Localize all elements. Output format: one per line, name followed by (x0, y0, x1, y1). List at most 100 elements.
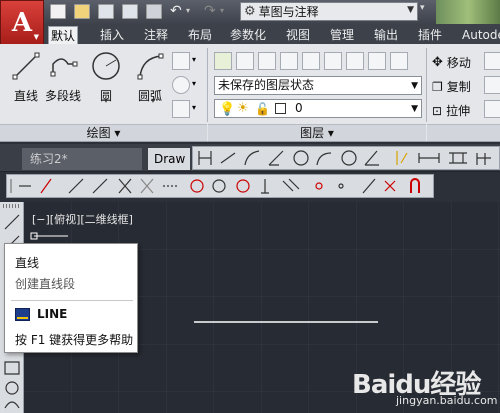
arc-label: 圆弧 (137, 89, 162, 103)
object-snap-toolbar (6, 174, 434, 198)
linear-dim-icon (198, 151, 212, 165)
toolbar-grip[interactable] (3, 204, 21, 208)
copy-button[interactable]: ❐ 复制 (432, 78, 471, 95)
tab-manage[interactable]: 管理 (328, 26, 356, 44)
tooltip-command: LINE (37, 307, 68, 321)
scale-icon[interactable] (484, 100, 500, 118)
layer-freeze-icon[interactable] (280, 52, 298, 70)
insert-snap-icon (338, 183, 344, 189)
radius-dim-icon (293, 150, 309, 166)
chevron-down-icon[interactable]: ▾ (192, 55, 196, 64)
stretch-icon: ⊡ (432, 103, 443, 118)
panel-divider (207, 48, 208, 122)
tab-insert[interactable]: 插入 (98, 26, 126, 44)
circle-dropdown-icon[interactable]: ▾ (104, 96, 108, 105)
osnap-settings-icon (410, 178, 420, 193)
layer-walk-icon[interactable] (368, 52, 386, 70)
object-snap-icons (10, 178, 420, 194)
arc-length-dim-icon (244, 150, 260, 166)
chevron-down-icon[interactable]: ▾ (192, 103, 196, 112)
tab-output[interactable]: 输出 (372, 26, 400, 44)
workspace-label: 草图与注释 (258, 5, 319, 19)
tab-home[interactable]: 默认 (48, 26, 79, 44)
diameter-dim-icon (341, 150, 357, 166)
viewport-controls[interactable]: [−][俯视][二维线框] (32, 211, 133, 227)
undo-icon[interactable]: ↶ (170, 3, 182, 19)
layer-state-value: 未保存的图层状态 (218, 78, 315, 92)
polyline-label: 多段线 (44, 89, 81, 103)
mirror-icon[interactable] (484, 76, 500, 94)
workspace-dropdown[interactable]: ⚙ 草图与注释 ▼ (240, 2, 418, 21)
save-icon[interactable] (98, 4, 114, 19)
angular-dim-icon (364, 150, 379, 166)
doc-tab-drawing[interactable]: Draw (148, 148, 190, 170)
polyline-button[interactable]: 多段线 (42, 48, 84, 106)
lock-icon: 🔓 (255, 102, 270, 116)
rectangle-icon[interactable] (172, 52, 190, 70)
hatch-icon[interactable] (172, 100, 190, 118)
circle-icon (92, 52, 120, 80)
midpoint-snap-icon (92, 178, 108, 194)
perpendicular-snap-icon (261, 179, 269, 194)
undo-dropdown-icon[interactable]: ▾ (186, 6, 190, 15)
quick-dim-icon (396, 151, 408, 165)
modify-panel-title[interactable] (427, 124, 500, 141)
apparent-intersect-icon (140, 178, 154, 194)
tab-autodesk[interactable]: Autode (460, 26, 500, 44)
dimension-toolbar (192, 146, 500, 170)
arc-icon (137, 53, 164, 80)
application-menu-button[interactable]: A ▼ (0, 0, 44, 45)
region-icon (4, 361, 20, 375)
layer-previous-icon[interactable] (346, 52, 364, 70)
chevron-down-icon: ▼ (411, 81, 418, 91)
sun-icon: ☀ (237, 101, 249, 116)
ellipse-icon[interactable] (172, 76, 190, 94)
line-button[interactable]: 直线 (6, 48, 46, 106)
quadrant-snap-icon (212, 179, 226, 193)
tooltip-help: 按 F1 键获得更多帮助 (15, 333, 134, 347)
spline-icon (4, 401, 20, 409)
draw-panel-title[interactable]: 绘图 ▾ (0, 124, 207, 141)
layer-state-dropdown[interactable]: 未保存的图层状态 ▼ (214, 76, 422, 95)
chevron-down-icon: ▼ (33, 32, 39, 41)
layers-panel-title[interactable]: 图层 ▾ (208, 124, 426, 141)
layer-merge-icon[interactable] (390, 52, 408, 70)
layer-lock-icon[interactable] (302, 52, 320, 70)
layer-dropdown[interactable]: 💡 ☀ 🔓 0 ▼ (214, 99, 422, 118)
arc-dropdown-icon[interactable]: ▾ (151, 96, 155, 105)
layer-off-icon[interactable] (236, 52, 254, 70)
tab-plugins[interactable]: 插件 (416, 26, 444, 44)
chevron-down-icon: ▼ (411, 104, 418, 114)
new-file-icon[interactable] (50, 4, 66, 19)
layer-tools-row (214, 52, 414, 72)
layer-properties-icon[interactable] (214, 52, 232, 70)
open-folder-icon[interactable] (74, 4, 90, 19)
nearest-snap-icon (362, 178, 376, 194)
stretch-button[interactable]: ⊡ 拉伸 (432, 102, 470, 119)
quick-access-more-icon[interactable]: ▾ (420, 3, 432, 21)
jogged-dim-icon (316, 152, 332, 166)
snap-from-icon (40, 178, 52, 194)
gear-icon: ⚙ (244, 4, 256, 19)
dimension-tool-icons (198, 150, 491, 166)
tooltip-title: 直线 (15, 256, 40, 270)
tab-layout[interactable]: 布局 (186, 26, 214, 44)
save-as-icon[interactable] (122, 4, 138, 19)
layer-isolate-icon[interactable] (258, 52, 276, 70)
none-snap-icon (384, 180, 396, 192)
rotate-icon[interactable] (484, 52, 500, 70)
move-button[interactable]: ✥ 移动 (432, 54, 471, 71)
tab-parametric[interactable]: 参数化 (228, 26, 268, 44)
arc-button[interactable]: 圆弧 (130, 48, 170, 106)
move-icon: ✥ (432, 55, 443, 70)
doc-tab-exercise[interactable]: 练习2* (22, 148, 142, 170)
tooltip-divider (11, 300, 133, 301)
chevron-down-icon[interactable]: ▾ (192, 79, 196, 88)
layer-match-icon[interactable] (324, 52, 342, 70)
tab-view[interactable]: 视图 (284, 26, 312, 44)
redo-icon[interactable]: ↷ (204, 3, 216, 19)
redo-dropdown-icon[interactable]: ▾ (220, 6, 224, 15)
node-snap-icon (315, 182, 323, 190)
tab-annotate[interactable]: 注释 (142, 26, 170, 44)
print-icon[interactable] (146, 4, 162, 19)
